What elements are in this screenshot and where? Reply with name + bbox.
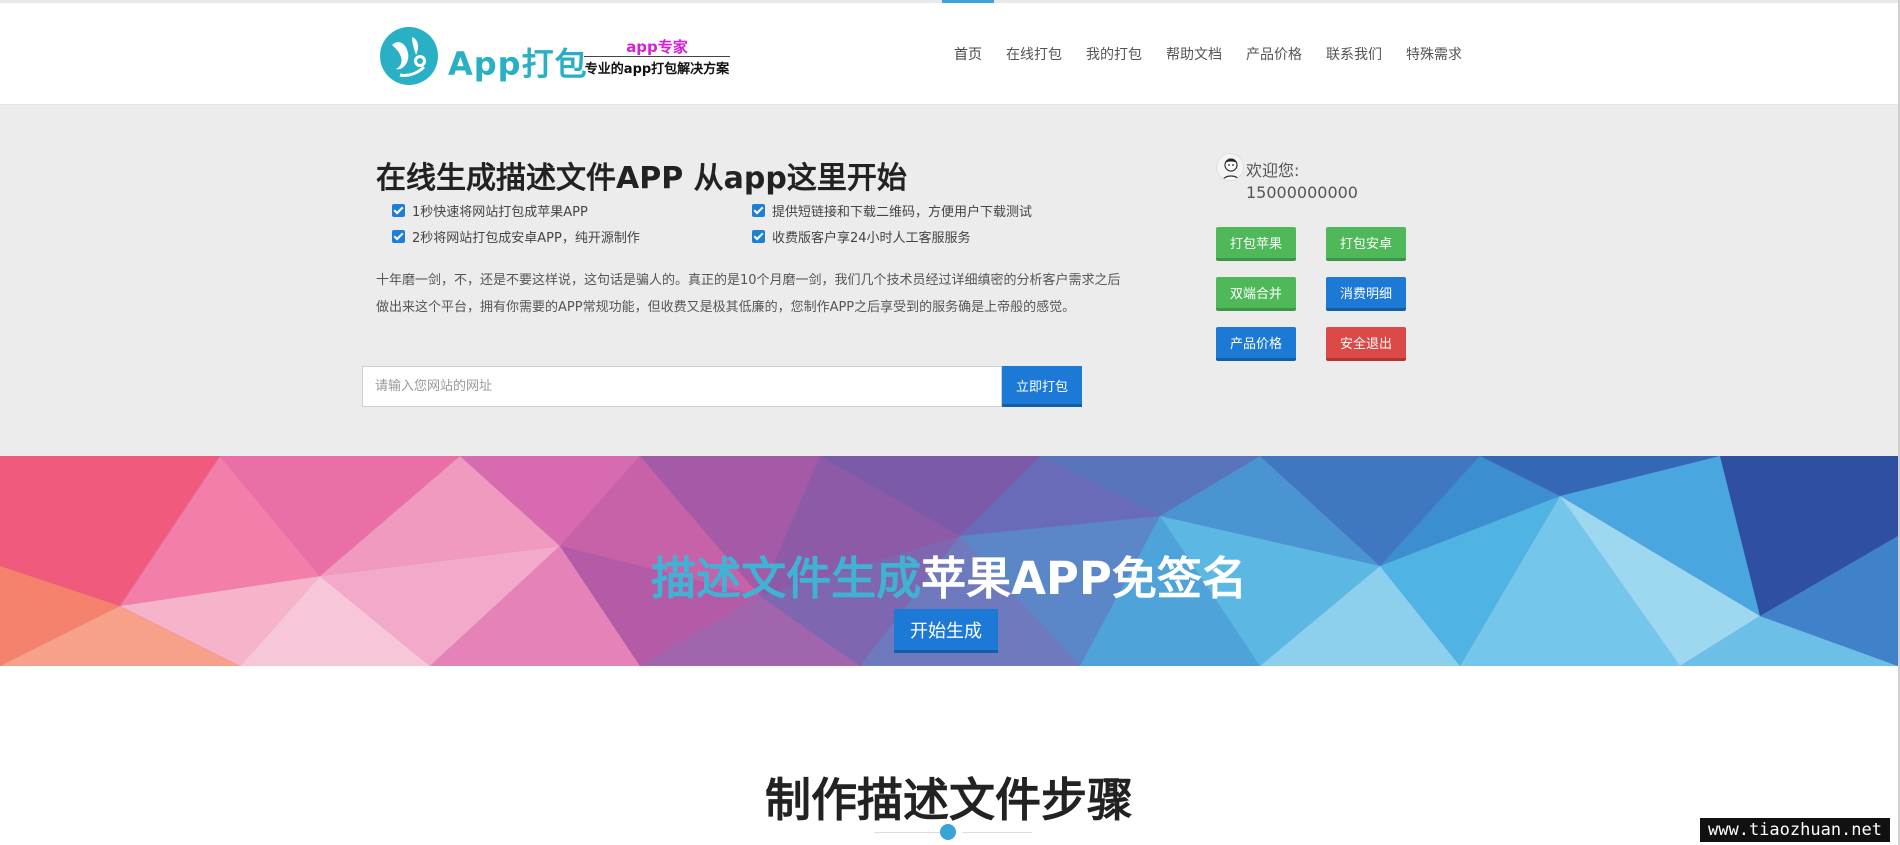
main-nav: 首页 在线打包 我的打包 帮助文档 产品价格 联系我们 特殊需求 xyxy=(942,0,1474,108)
feature-text: 收费版客户享24小时人工客服服务 xyxy=(772,231,971,246)
feature-item: 收费版客户享24小时人工客服服务 xyxy=(752,227,971,246)
nav-item-help-docs[interactable]: 帮助文档 xyxy=(1154,3,1234,108)
brand-logo-icon[interactable] xyxy=(378,25,440,87)
slogan-top: app专家 xyxy=(626,38,688,56)
feature-item: 2秒将网站打包成安卓APP，纯开源制作 xyxy=(392,227,640,246)
slogan-divider xyxy=(584,56,730,57)
checkbox-checked-icon xyxy=(752,230,765,243)
pricing-button[interactable]: 产品价格 xyxy=(1216,327,1296,361)
banner-title-accent: 描述文件生成 xyxy=(651,552,922,605)
steps-divider-dot-icon xyxy=(940,824,956,840)
pack-now-button[interactable]: 立即打包 xyxy=(1002,366,1082,407)
hero-description: 十年磨一剑，不，还是不要这样说，这句话是骗人的。真正的是10个月磨一剑，我们几个… xyxy=(376,273,1121,315)
user-avatar-icon xyxy=(1217,154,1243,180)
banner-title-rest: 苹果APP免签名 xyxy=(921,552,1247,605)
checkbox-checked-icon xyxy=(752,204,765,217)
consumption-detail-button[interactable]: 消费明细 xyxy=(1326,277,1406,311)
banner-section: 描述文件生成苹果APP免签名 开始生成 xyxy=(0,456,1898,666)
pack-ios-button[interactable]: 打包苹果 xyxy=(1216,227,1296,261)
steps-title: 制作描述文件步骤 xyxy=(765,773,1133,827)
brand-name[interactable]: App打包 xyxy=(448,39,588,85)
dual-merge-button[interactable]: 双端合并 xyxy=(1216,277,1296,311)
steps-divider-left xyxy=(874,832,944,833)
start-generate-button[interactable]: 开始生成 xyxy=(894,609,998,653)
logout-button[interactable]: 安全退出 xyxy=(1326,327,1406,361)
user-phone: 15000000000 xyxy=(1246,183,1358,202)
banner-title: 描述文件生成苹果APP免签名 xyxy=(0,542,1898,607)
feature-text: 2秒将网站打包成安卓APP，纯开源制作 xyxy=(412,231,640,246)
nav-item-contact[interactable]: 联系我们 xyxy=(1314,3,1394,108)
feature-item: 1秒快速将网站打包成苹果APP xyxy=(392,201,588,220)
feature-text: 1秒快速将网站打包成苹果APP xyxy=(412,205,588,220)
hero-title: 在线生成描述文件APP 从app这里开始 xyxy=(376,161,907,196)
nav-item-pricing[interactable]: 产品价格 xyxy=(1234,3,1314,108)
user-avatar[interactable] xyxy=(1216,153,1244,181)
hero-section: 在线生成描述文件APP 从app这里开始 1秒快速将网站打包成苹果APP 提供短… xyxy=(0,105,1898,456)
welcome-label: 欢迎您: xyxy=(1246,161,1300,180)
checkbox-checked-icon xyxy=(392,204,405,217)
feature-text: 提供短链接和下载二维码，方便用户下载测试 xyxy=(772,205,1033,220)
nav-item-home[interactable]: 首页 xyxy=(942,0,994,108)
page: App打包 app专家 专业的app打包解决方案 首页 在线打包 我的打包 帮助… xyxy=(0,0,1898,845)
checkbox-checked-icon xyxy=(392,230,405,243)
site-header: App打包 app专家 专业的app打包解决方案 首页 在线打包 我的打包 帮助… xyxy=(0,0,1898,105)
site-watermark: www.tiaozhuan.net xyxy=(1700,818,1890,842)
nav-item-my-packs[interactable]: 我的打包 xyxy=(1074,3,1154,108)
website-url-input[interactable] xyxy=(362,366,1002,407)
pack-android-button[interactable]: 打包安卓 xyxy=(1326,227,1406,261)
steps-divider-right xyxy=(962,832,1032,833)
nav-item-online-pack[interactable]: 在线打包 xyxy=(994,3,1074,108)
slogan-bottom: 专业的app打包解决方案 xyxy=(584,62,730,77)
nav-item-special[interactable]: 特殊需求 xyxy=(1394,3,1474,108)
feature-item: 提供短链接和下载二维码，方便用户下载测试 xyxy=(752,201,1032,220)
